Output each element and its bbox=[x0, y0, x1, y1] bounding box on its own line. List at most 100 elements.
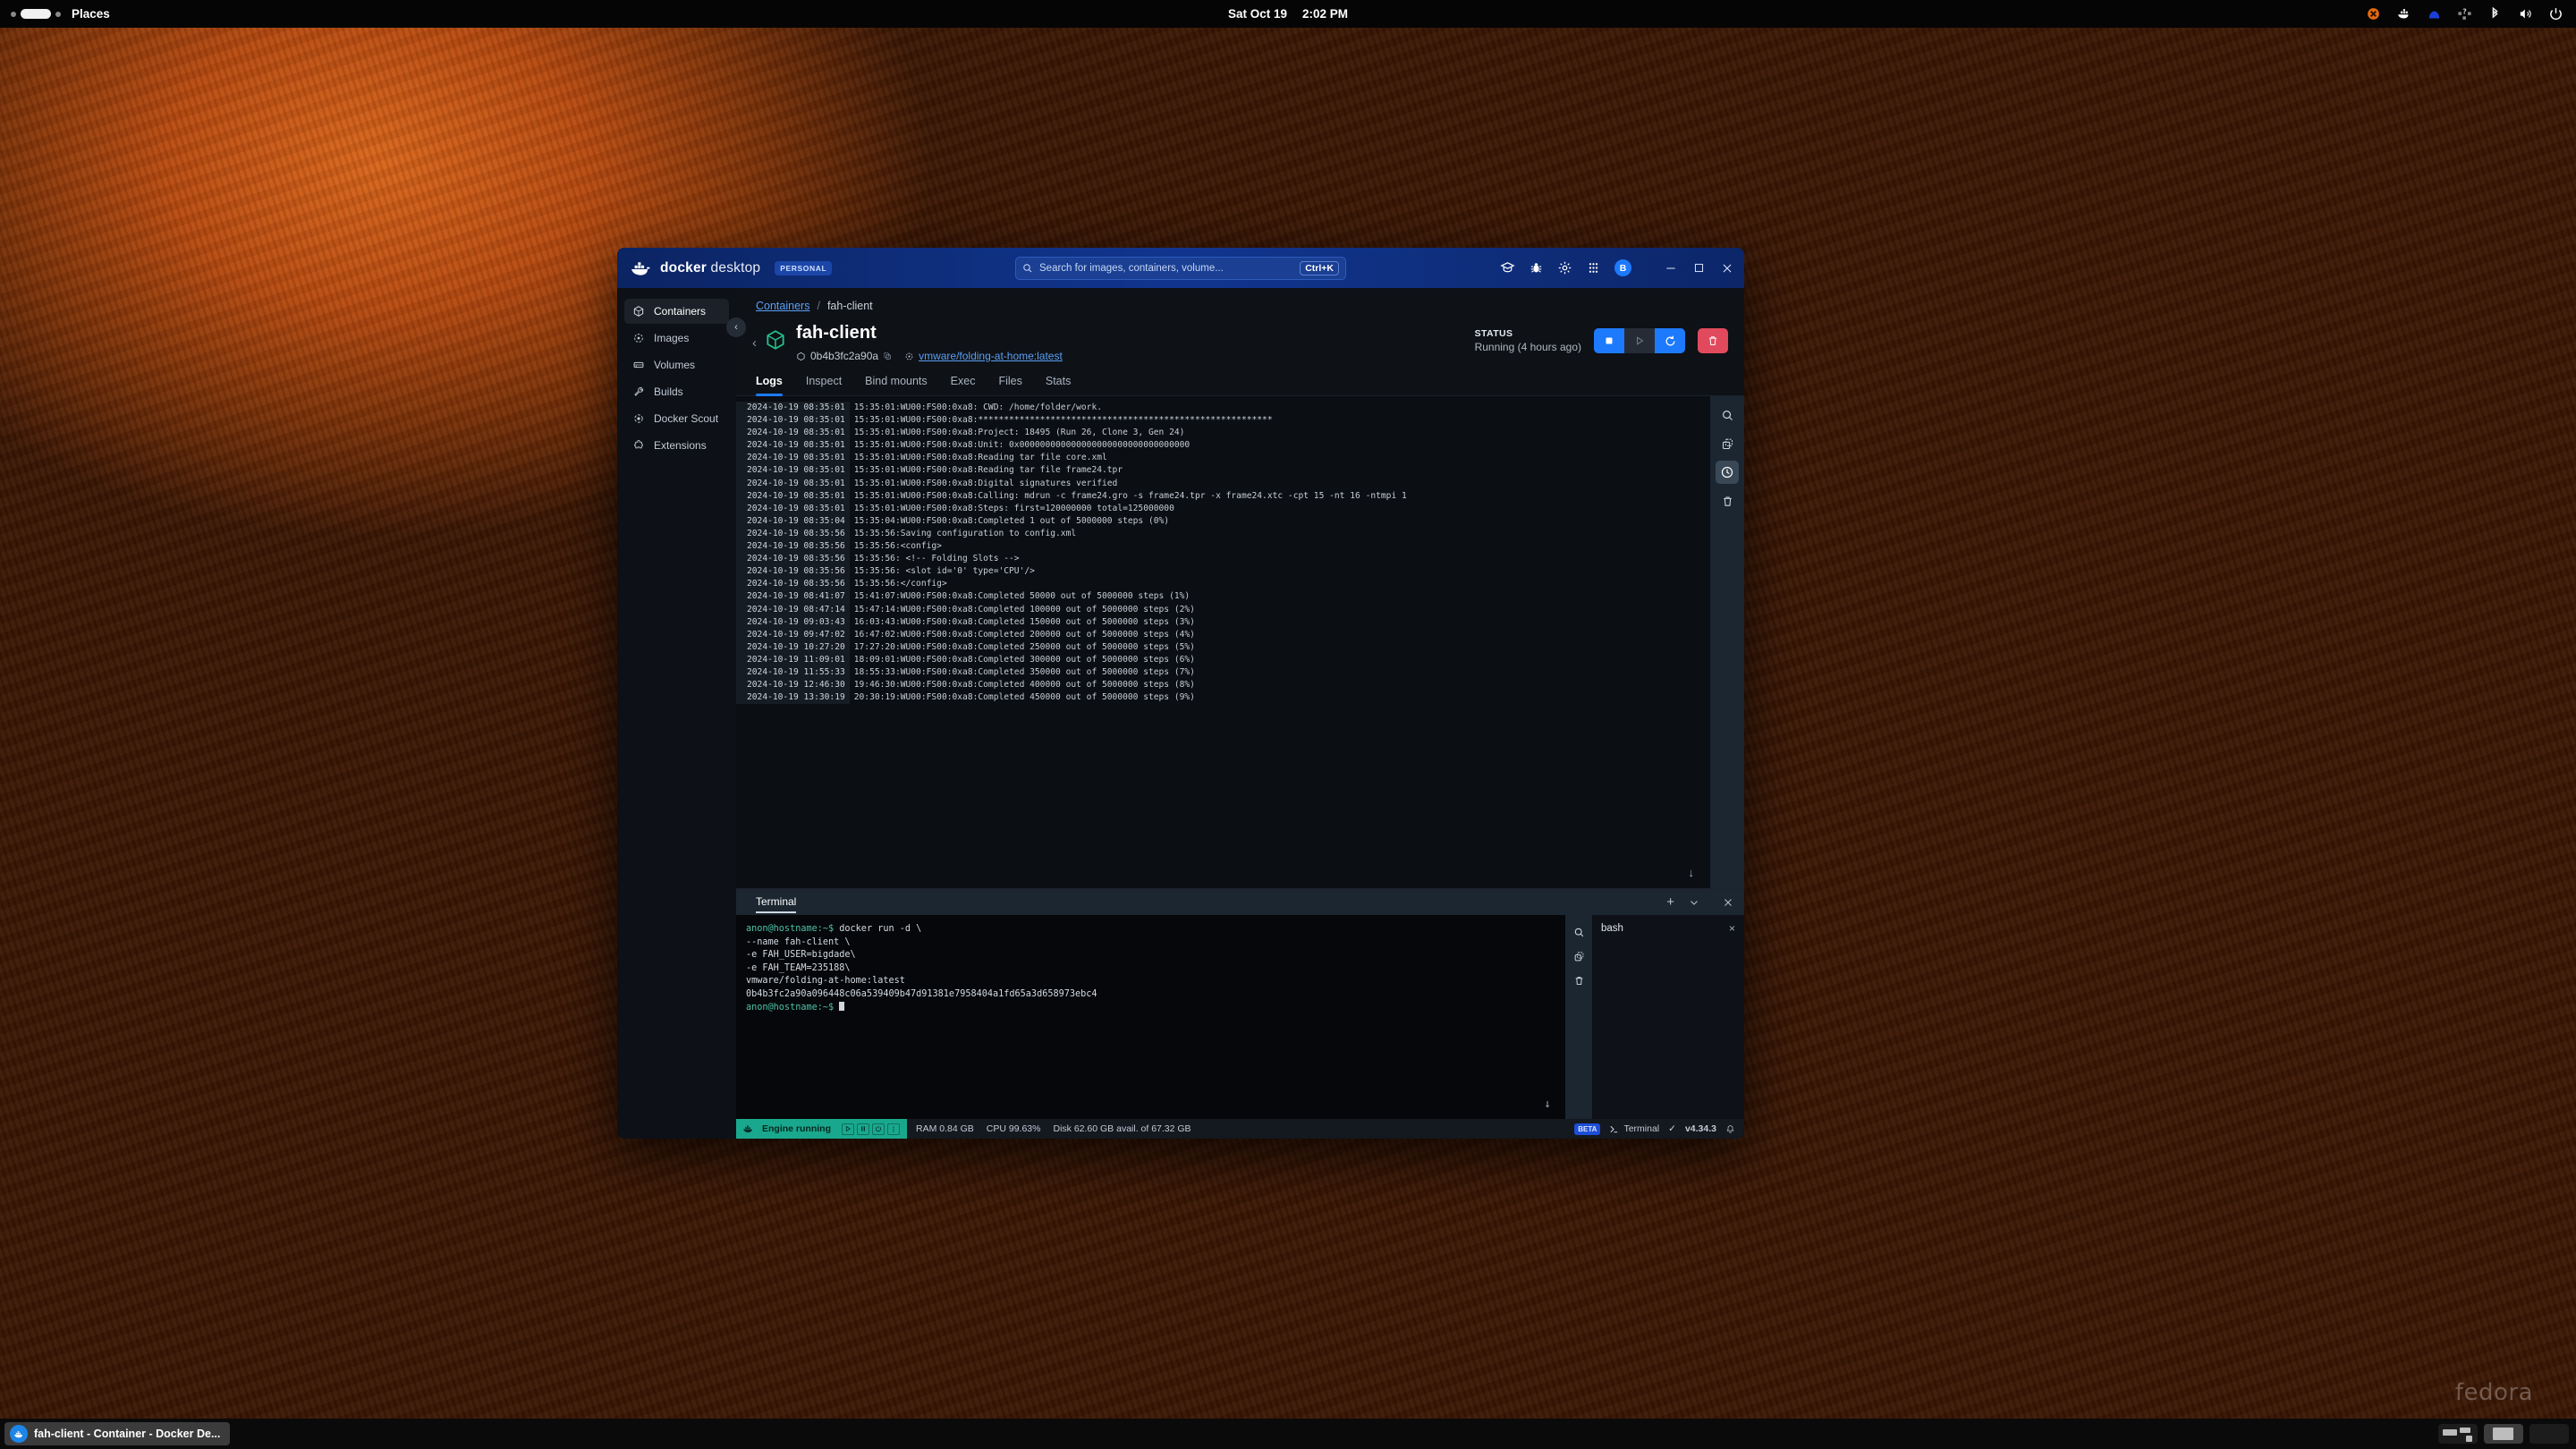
power-icon[interactable] bbox=[2548, 6, 2563, 21]
log-timestamp: 2024-10-19 08:35:01 bbox=[736, 477, 850, 490]
terminal-panel: Terminal + anon@hostname:~$ docker run -… bbox=[736, 888, 1744, 1119]
sidebar-item-volumes[interactable]: Volumes bbox=[624, 352, 729, 377]
log-line: 2024-10-19 09:47:02 16:47:02:WU00:FS00:0x… bbox=[736, 628, 1710, 641]
bug-report-icon[interactable] bbox=[1529, 260, 1544, 275]
close-icon[interactable] bbox=[1721, 262, 1733, 275]
terminal-new-tab-button[interactable]: + bbox=[1666, 894, 1674, 910]
stop-button[interactable] bbox=[1594, 328, 1624, 353]
logs-scroll-to-bottom-icon[interactable]: ↓ bbox=[1689, 866, 1695, 879]
terminal-console[interactable]: anon@hostname:~$ docker run -d \ --name … bbox=[736, 915, 1565, 1119]
terminal-scroll-to-bottom-icon[interactable]: ↓ bbox=[1544, 1098, 1551, 1112]
tab-stats[interactable]: Stats bbox=[1046, 375, 1072, 395]
logs-output[interactable]: 2024-10-19 08:35:01 15:35:01:WU00:FS00:0x… bbox=[736, 396, 1710, 888]
log-message: 15:47:14:WU00:FS00:0xa8:Completed 100000… bbox=[853, 604, 1195, 614]
volume-icon[interactable] bbox=[2518, 6, 2533, 21]
sidebar-item-images[interactable]: Images bbox=[624, 326, 729, 351]
container-header: ‹ fah-client 0b4b3fc2a90a vmware/folding… bbox=[736, 312, 1744, 362]
minimize-icon[interactable] bbox=[1665, 262, 1677, 275]
log-message: 19:46:30:WU00:FS00:0xa8:Completed 400000… bbox=[853, 680, 1195, 691]
scout-icon bbox=[634, 414, 643, 423]
tab-logs[interactable]: Logs bbox=[756, 375, 783, 396]
bluetooth-icon[interactable] bbox=[2487, 6, 2503, 21]
sidebar-label: Docker Scout bbox=[654, 412, 719, 425]
version-label: v4.34.3 bbox=[1684, 1123, 1716, 1134]
settings-gear-icon[interactable] bbox=[1557, 260, 1572, 275]
logs-copy-button[interactable] bbox=[1716, 432, 1739, 455]
account-avatar[interactable]: B bbox=[1614, 259, 1631, 276]
workspace-3[interactable] bbox=[2529, 1424, 2569, 1444]
log-timestamp: 2024-10-19 08:35:56 bbox=[736, 565, 850, 579]
status-value: Running (4 hours ago) bbox=[1474, 341, 1581, 353]
engine-status[interactable]: Engine running bbox=[736, 1119, 907, 1139]
unknown-app-icon[interactable]: ? bbox=[2457, 6, 2472, 21]
terminal-session-close-icon[interactable]: × bbox=[1729, 922, 1735, 935]
terminal-line: -e FAH_TEAM=235188\ bbox=[746, 962, 851, 973]
sidebar-item-builds[interactable]: Builds bbox=[624, 379, 729, 404]
sidebar-item-containers[interactable]: Containers bbox=[624, 299, 729, 324]
activities-indicator[interactable] bbox=[11, 9, 61, 19]
gnome-top-bar: Places Sat Oct 19 2:02 PM ? bbox=[0, 0, 2576, 28]
log-line: 2024-10-19 08:35:04 15:35:04:WU00:FS00:0x… bbox=[736, 514, 1710, 528]
breadcrumb-containers-link[interactable]: Containers bbox=[756, 300, 809, 312]
engine-pause-button[interactable] bbox=[857, 1123, 869, 1135]
container-image-group[interactable]: vmware/folding-at-home:latest bbox=[904, 350, 1063, 362]
log-line: 2024-10-19 08:41:07 15:41:07:WU00:FS00:0x… bbox=[736, 590, 1710, 604]
sidebar-item-extensions[interactable]: Extensions bbox=[624, 433, 729, 458]
logo-text-light: desktop bbox=[710, 259, 761, 275]
cube-small-icon bbox=[797, 352, 805, 360]
container-id-group[interactable]: 0b4b3fc2a90a bbox=[796, 350, 892, 362]
terminal-session-tab-bash[interactable]: bash × bbox=[1601, 922, 1735, 935]
docker-logo[interactable]: docker desktop PERSONAL bbox=[630, 259, 833, 277]
taskbar-window-button[interactable]: fah-client - Container - Docker De... bbox=[4, 1422, 231, 1445]
docker-whale-icon[interactable] bbox=[2396, 6, 2411, 21]
extensions-grid-icon[interactable] bbox=[1586, 260, 1601, 275]
trash-icon bbox=[1723, 496, 1732, 506]
chevron-down-icon[interactable] bbox=[1689, 897, 1699, 908]
copy-icon[interactable] bbox=[883, 352, 892, 360]
restart-button[interactable] bbox=[1655, 328, 1685, 353]
container-image-link[interactable]: vmware/folding-at-home:latest bbox=[919, 350, 1063, 362]
log-timestamp: 2024-10-19 08:47:14 bbox=[736, 603, 850, 616]
sidebar-collapse-button[interactable]: ‹ bbox=[726, 318, 746, 337]
tab-bind-mounts[interactable]: Bind mounts bbox=[865, 375, 927, 395]
engine-play-button[interactable] bbox=[842, 1123, 854, 1135]
sidebar-item-docker-scout[interactable]: Docker Scout bbox=[624, 406, 729, 431]
back-chevron-icon[interactable]: ‹ bbox=[745, 321, 764, 351]
svg-text:?: ? bbox=[2462, 8, 2467, 16]
logs-timestamps-button[interactable] bbox=[1716, 461, 1739, 484]
engine-power-button[interactable] bbox=[872, 1123, 885, 1135]
places-menu[interactable]: Places bbox=[72, 7, 110, 21]
tab-files[interactable]: Files bbox=[998, 375, 1021, 395]
workspace-1[interactable] bbox=[2438, 1424, 2478, 1444]
log-line: 2024-10-19 08:35:01 15:35:01:WU00:FS00:0x… bbox=[736, 402, 1710, 415]
terminal-search-button[interactable] bbox=[1569, 922, 1589, 942]
log-timestamp: 2024-10-19 11:55:33 bbox=[736, 665, 850, 680]
log-timestamp: 2024-10-19 10:27:20 bbox=[736, 640, 850, 654]
sidebar: Containers Images Volumes Builds Docker … bbox=[617, 288, 746, 1139]
arch-icon[interactable] bbox=[2427, 6, 2442, 21]
close-icon[interactable] bbox=[1723, 897, 1733, 908]
engine-menu-button[interactable] bbox=[887, 1123, 900, 1135]
logs-panel: 2024-10-19 08:35:01 15:35:01:WU00:FS00:0x… bbox=[736, 396, 1744, 888]
terminal-toggle-button[interactable]: Terminal bbox=[1609, 1123, 1659, 1134]
workspace-2[interactable] bbox=[2484, 1424, 2523, 1444]
logs-search-button[interactable] bbox=[1716, 403, 1739, 427]
x-circle-icon[interactable] bbox=[2366, 6, 2381, 21]
start-button[interactable] bbox=[1624, 328, 1655, 353]
tab-exec[interactable]: Exec bbox=[951, 375, 976, 395]
log-line: 2024-10-19 09:03:43 16:03:43:WU00:FS00:0x… bbox=[736, 615, 1710, 629]
workspace-switcher bbox=[2438, 1424, 2576, 1444]
logs-clear-button[interactable] bbox=[1716, 489, 1739, 513]
log-message: 15:35:56:Saving configuration to config.… bbox=[853, 528, 1077, 538]
stop-square-icon bbox=[1606, 337, 1613, 344]
terminal-clear-button[interactable] bbox=[1569, 970, 1589, 990]
maximize-icon[interactable] bbox=[1693, 262, 1705, 274]
global-search-input[interactable]: Search for images, containers, volume...… bbox=[1015, 256, 1346, 280]
tab-inspect[interactable]: Inspect bbox=[806, 375, 842, 395]
learning-center-icon[interactable] bbox=[1500, 260, 1515, 275]
bell-icon[interactable] bbox=[1725, 1124, 1735, 1134]
terminal-copy-button[interactable] bbox=[1569, 946, 1589, 966]
delete-button[interactable] bbox=[1698, 328, 1728, 353]
breadcrumb-current: fah-client bbox=[826, 300, 873, 312]
sidebar-label: Volumes bbox=[654, 359, 696, 371]
